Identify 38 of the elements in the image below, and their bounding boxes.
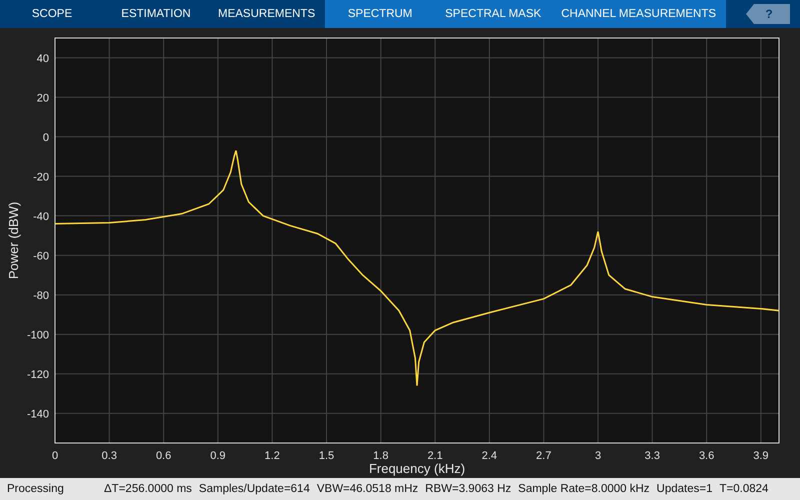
x-tick-label: 2.1 [427,450,443,462]
x-tick-label: 3 [594,450,602,462]
x-tick-label: 3.3 [644,450,660,462]
toolstrip-tab[interactable]: SPECTRAL MASK [435,0,552,28]
x-tick-label: 1.2 [264,450,280,462]
status-field: T=0.0824 [719,483,768,495]
toolstrip-tab[interactable]: SPECTRUM [325,0,436,28]
y-tick-label: -100 [26,329,49,342]
y-tick-label: -80 [33,290,49,302]
status-field: ΔT=256.0000 ms [104,483,192,495]
y-tick-label: -120 [26,368,49,381]
y-tick-label: 0 [42,132,49,144]
x-tick-label: 0.3 [102,450,117,462]
y-tick-label: 20 [36,92,49,104]
x-axis-label: Frequency (kHz) [368,461,466,476]
help-button[interactable]: ? [746,4,790,24]
status-field: Updates=1 [656,483,712,495]
toolstrip-tab[interactable]: CHANNEL MEASUREMENTS [551,0,726,28]
status-field: RBW=3.9063 Hz [425,483,512,495]
x-tick-label: 1.8 [373,450,388,462]
x-tick-label: 0.6 [156,450,172,462]
x-tick-label: 3.6 [698,450,714,462]
x-tick-label: 2.4 [482,450,498,462]
x-tick-label: 0.9 [210,450,226,462]
status-field: Samples/Update=614 [198,483,310,495]
status-text: Processing [7,483,65,495]
x-tick-label: 1.5 [318,450,334,462]
y-tick-label: -140 [26,408,49,420]
x-tick-label: 0 [52,450,58,462]
y-axis-label: Power (dBW) [6,202,21,280]
y-tick-label: -60 [33,250,49,262]
y-tick-label: -40 [33,210,49,223]
x-tick-label: 2.7 [536,450,552,462]
status-field: Sample Rate=8.0000 kHz [518,483,650,495]
status-field: VBW=46.0518 mHz [316,483,418,495]
y-tick-label: 40 [36,52,49,65]
x-tick-label: 3.9 [753,450,769,462]
y-tick-label: -20 [33,171,49,184]
